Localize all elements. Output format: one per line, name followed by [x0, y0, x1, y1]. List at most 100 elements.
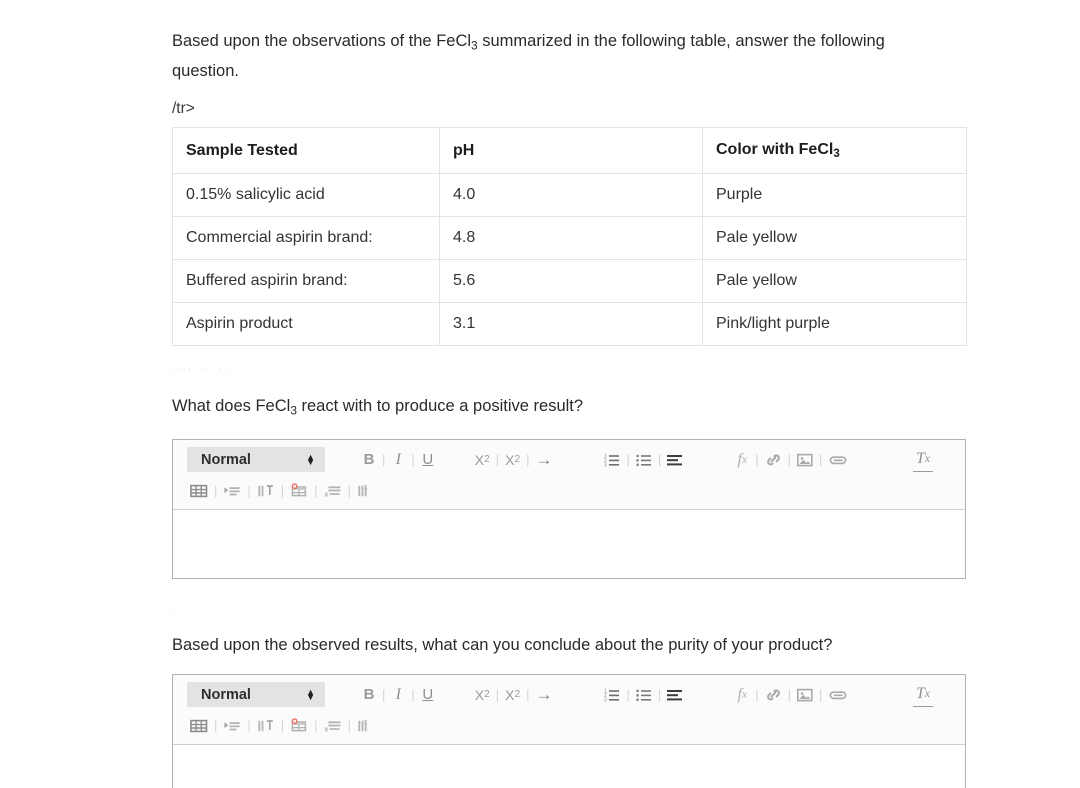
- attachment-icon[interactable]: [825, 683, 851, 707]
- column-header-color: Color with FeCl3: [702, 127, 967, 175]
- table-header-row: Sample Tested pH Color with FeCl3: [172, 127, 967, 175]
- superscript-button[interactable]: X2: [502, 448, 523, 472]
- formula-sub: x: [741, 453, 748, 466]
- insert-column-icon[interactable]: [254, 714, 278, 738]
- clipped-text-artifact: ·: [172, 604, 178, 615]
- script-group: X2 | X2 | →: [472, 448, 556, 472]
- subscript-button[interactable]: X2: [472, 448, 493, 472]
- insert-table-icon[interactable]: [187, 479, 211, 503]
- subscript-sub: 2: [484, 689, 490, 701]
- toolbar-separator: |: [280, 718, 285, 734]
- image-icon[interactable]: [794, 683, 816, 707]
- stray-markup-text: /tr>: [172, 100, 195, 118]
- insert-table-icon[interactable]: [187, 714, 211, 738]
- format-style-dropdown[interactable]: Normal ▲ ▼: [187, 682, 325, 708]
- toolbar-separator: |: [314, 718, 318, 734]
- answer-editor-2: Normal ▲ ▼ B | I | U X 2 | X 2 | → 1 2 3…: [172, 673, 966, 788]
- bold-button[interactable]: B: [359, 683, 379, 707]
- page-root: Based upon the observations of the FeCl3…: [0, 0, 1080, 788]
- svg-text:x: x: [324, 491, 328, 497]
- content-column: Based upon the observations of the FeCl3…: [172, 0, 967, 788]
- insert-row-icon[interactable]: [220, 479, 244, 503]
- clear-formatting-icon[interactable]: Tx: [912, 683, 933, 707]
- cell-color: Pale yellow: [702, 259, 967, 304]
- numbered-list-icon[interactable]: 123: [601, 448, 623, 472]
- indent-arrow-icon[interactable]: →: [532, 683, 555, 707]
- link-icon[interactable]: [762, 448, 785, 472]
- indent-arrow-icon[interactable]: →: [532, 448, 555, 472]
- question-1-formula: FeCl3: [255, 397, 297, 418]
- delete-column-icon[interactable]: x: [354, 714, 378, 738]
- column-header-color-base: Color with FeCl: [716, 141, 834, 159]
- question-1-prompt: What does FeCl3 react with to produce a …: [172, 394, 967, 422]
- cell-color: Pink/light purple: [702, 302, 967, 347]
- italic-button[interactable]: I: [388, 683, 408, 707]
- intro-formula-base: FeCl: [436, 31, 472, 50]
- formula-icon[interactable]: fx: [732, 448, 752, 472]
- superscript-sup: 2: [514, 454, 521, 466]
- format-style-label: Normal: [201, 451, 251, 468]
- attachment-icon[interactable]: [825, 448, 851, 472]
- clear-formatting-sub: x: [924, 452, 930, 465]
- link-icon[interactable]: [762, 683, 785, 707]
- table-row: Aspirin product 3.1 Pink/light purple: [172, 302, 967, 347]
- clear-formatting-base: T: [915, 684, 925, 702]
- toolbar-separator: |: [787, 687, 792, 703]
- italic-button[interactable]: I: [388, 448, 408, 472]
- image-icon[interactable]: [794, 448, 816, 472]
- text-style-group: B | I | U: [359, 448, 438, 472]
- intro-text-before: Based upon the observations of the: [172, 31, 437, 50]
- toolbar-separator: |: [247, 718, 251, 734]
- delete-column-icon[interactable]: x: [354, 479, 378, 503]
- toolbar-separator: |: [247, 483, 251, 499]
- column-header-ph: pH: [439, 127, 703, 175]
- underline-button[interactable]: U: [418, 448, 438, 472]
- intro-paragraph: Based upon the observations of the FeCl3…: [172, 17, 912, 84]
- question-1-text-before: What does: [172, 396, 256, 415]
- toolbar-separator: |: [411, 452, 415, 468]
- intro-formula: FeCl3: [436, 31, 477, 52]
- toolbar-separator: |: [314, 483, 318, 499]
- format-style-dropdown[interactable]: Normal ▲ ▼: [187, 447, 325, 473]
- cell-color: Purple: [702, 173, 967, 218]
- answer-input-1[interactable]: [173, 509, 965, 578]
- toolbar-separator: |: [626, 687, 630, 703]
- align-icon[interactable]: [664, 448, 686, 472]
- underline-button[interactable]: U: [418, 683, 438, 707]
- toolbar-separator: |: [495, 687, 500, 703]
- superscript-button[interactable]: X2: [502, 683, 523, 707]
- delete-table-icon[interactable]: [287, 714, 311, 738]
- formula-sub: x: [741, 688, 748, 701]
- editor-toolbar-2: Normal ▲ ▼ B | I | U X 2 | X 2 | → 1 2 3…: [173, 674, 965, 745]
- cell-ph: 5.6: [439, 259, 703, 304]
- insert-column-icon[interactable]: [254, 479, 278, 503]
- toolbar-separator: |: [819, 687, 823, 703]
- table-row: Commercial aspirin brand: 4.8 Pale yello…: [172, 216, 967, 261]
- list-group: 123 | |: [601, 683, 686, 707]
- table-row: Buffered aspirin brand: 5.6 Pale yellow: [172, 259, 967, 304]
- formula-icon[interactable]: fx: [732, 683, 752, 707]
- toolbar-separator: |: [214, 718, 218, 734]
- toolbar-separator: |: [495, 452, 500, 468]
- subscript-button[interactable]: X2: [472, 683, 493, 707]
- text-style-group: B | I | U: [359, 683, 438, 707]
- delete-table-icon[interactable]: [287, 479, 311, 503]
- insert-row-icon[interactable]: [220, 714, 244, 738]
- clear-formatting-icon[interactable]: Tx: [912, 448, 933, 472]
- format-style-label: Normal: [201, 686, 251, 703]
- superscript-base: X: [505, 451, 515, 468]
- subscript-base: X: [474, 451, 485, 468]
- svg-text:x: x: [364, 719, 368, 725]
- bold-button[interactable]: B: [359, 448, 379, 472]
- bullet-list-icon[interactable]: [633, 683, 655, 707]
- delete-row-icon[interactable]: x: [321, 714, 345, 738]
- chevron-updown-icon: ▲ ▼: [306, 451, 315, 467]
- question-1-formula-subscript: 3: [290, 403, 297, 418]
- numbered-list-icon[interactable]: 123: [601, 683, 623, 707]
- bullet-list-icon[interactable]: [633, 448, 655, 472]
- toolbar-separator: |: [657, 452, 662, 468]
- align-icon[interactable]: [664, 683, 686, 707]
- delete-row-icon[interactable]: x: [321, 479, 345, 503]
- answer-input-2[interactable]: [173, 744, 965, 788]
- svg-text:x: x: [364, 484, 368, 490]
